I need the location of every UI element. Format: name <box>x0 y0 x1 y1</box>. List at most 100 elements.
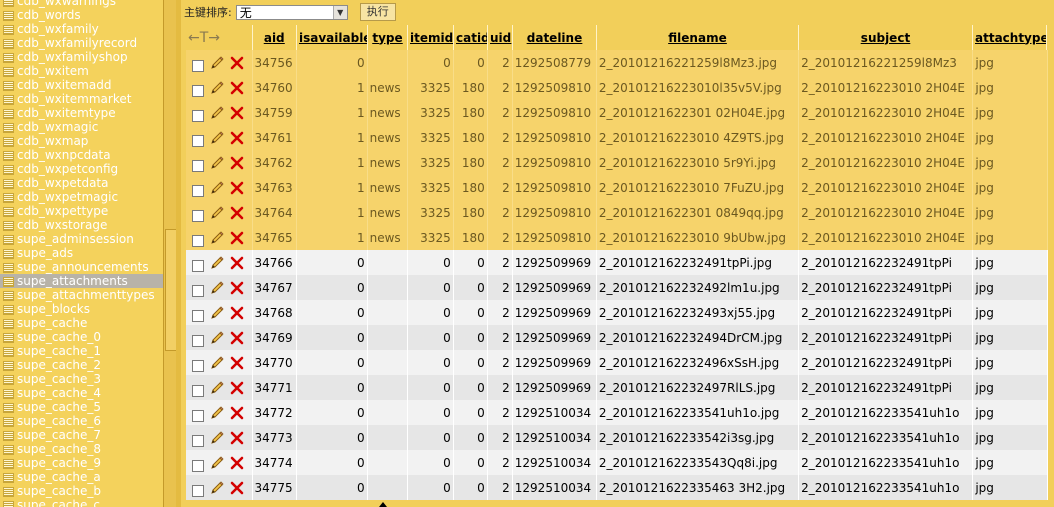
column-header-catid[interactable]: catid <box>453 25 488 50</box>
table-row[interactable]: 34764 1 news 3325 180 2 1292509810 2_2010121622… <box>186 200 1048 225</box>
sidebar-item-supe-cache-b[interactable]: supe_cache_b <box>0 484 163 498</box>
table-icon[interactable] <box>3 39 14 49</box>
table-icon[interactable] <box>3 165 14 175</box>
table-icon[interactable] <box>3 445 14 455</box>
sidebar-item-label[interactable]: cdb_wxpetconfig <box>17 162 118 176</box>
table-icon[interactable] <box>3 221 14 231</box>
sidebar-item-cdb-wxitemadd[interactable]: cdb_wxitemadd <box>0 78 163 92</box>
table-row[interactable]: 34760 1 news 3325 180 2 1292509810 2_2010121622… <box>186 75 1048 100</box>
sidebar-item-cdb-wxpettype[interactable]: cdb_wxpettype <box>0 204 163 218</box>
sidebar-item-supe-cache-4[interactable]: supe_cache_4 <box>0 386 163 400</box>
delete-x-icon[interactable] <box>229 455 245 471</box>
table-icon[interactable] <box>3 305 14 315</box>
row-checkbox[interactable] <box>192 134 204 147</box>
table-icon[interactable] <box>3 11 14 21</box>
delete-x-icon[interactable] <box>229 180 245 196</box>
sidebar-item-supe-adminsession[interactable]: supe_adminsession <box>0 232 163 246</box>
sidebar-item-label[interactable]: cdb_wxitemtype <box>17 106 116 120</box>
sidebar-item-label[interactable]: supe_attachmenttypes <box>17 288 155 302</box>
delete-x-icon[interactable] <box>229 80 245 96</box>
pencil-icon[interactable] <box>209 480 225 496</box>
table-row[interactable]: 34769 0 0 0 2 1292509969 2_201012162232494DrCM… <box>186 325 1048 350</box>
sidebar-item-label[interactable]: supe_cache_8 <box>17 442 101 456</box>
pencil-icon[interactable] <box>209 430 225 446</box>
sidebar-item-supe-blocks[interactable]: supe_blocks <box>0 302 163 316</box>
table-icon[interactable] <box>3 459 14 469</box>
pencil-icon[interactable] <box>209 180 225 196</box>
delete-x-icon[interactable] <box>229 230 245 246</box>
table-row[interactable]: 34767 0 0 0 2 1292509969 2_201012162232492lm1u… <box>186 275 1048 300</box>
sidebar-item-supe-cache-9[interactable]: supe_cache_9 <box>0 456 163 470</box>
table-icon[interactable] <box>3 235 14 245</box>
row-checkbox[interactable] <box>192 359 204 372</box>
delete-x-icon[interactable] <box>229 305 245 321</box>
sidebar-item-label[interactable]: cdb_wxitemmarket <box>17 92 131 106</box>
table-icon[interactable] <box>3 361 14 371</box>
table-icon[interactable] <box>3 417 14 427</box>
pencil-icon[interactable] <box>209 155 225 171</box>
row-checkbox[interactable] <box>192 459 204 472</box>
sidebar-item-supe-attachments[interactable]: supe_attachments <box>0 274 163 288</box>
table-row[interactable]: 34756 0 0 0 2 1292508779 2_20101216221259l8Mz3… <box>186 50 1048 75</box>
column-header-aid[interactable]: aid <box>252 25 297 50</box>
table-icon[interactable] <box>3 249 14 259</box>
delete-x-icon[interactable] <box>229 55 245 71</box>
sidebar-item-label[interactable]: cdb_wxfamilyshop <box>17 50 128 64</box>
table-icon[interactable] <box>3 473 14 483</box>
table-icon[interactable] <box>3 291 14 301</box>
execute-button[interactable]: 执行 <box>359 3 396 21</box>
table-row[interactable]: 34762 1 news 3325 180 2 1292509810 2_2010121622… <box>186 150 1048 175</box>
table-icon[interactable] <box>3 501 14 507</box>
row-checkbox[interactable] <box>192 59 204 72</box>
sidebar-item-label[interactable]: supe_announcements <box>17 260 149 274</box>
sidebar-item-supe-cache-c[interactable]: supe_cache_c <box>0 498 163 507</box>
row-checkbox[interactable] <box>192 209 204 222</box>
sidebar-item-supe-cache-5[interactable]: supe_cache_5 <box>0 400 163 414</box>
table-icon[interactable] <box>3 109 14 119</box>
table-icon[interactable] <box>3 277 14 287</box>
sidebar-item-supe-announcements[interactable]: supe_announcements <box>0 260 163 274</box>
sidebar-item-cdb-wxitem[interactable]: cdb_wxitem <box>0 64 163 78</box>
pencil-icon[interactable] <box>209 130 225 146</box>
table-row[interactable]: 34759 1 news 3325 180 2 1292509810 2_2010121622… <box>186 100 1048 125</box>
column-header-type[interactable]: type <box>367 25 408 50</box>
row-checkbox[interactable] <box>192 309 204 322</box>
sidebar-item-label[interactable]: cdb_wxitemadd <box>17 78 111 92</box>
sidebar-item-cdb-wxitemtype[interactable]: cdb_wxitemtype <box>0 106 163 120</box>
table-icon[interactable] <box>3 375 14 385</box>
delete-x-icon[interactable] <box>229 355 245 371</box>
table-icon[interactable] <box>3 67 14 77</box>
sidebar-item-cdb-wxstorage[interactable]: cdb_wxstorage <box>0 218 163 232</box>
sidebar-item-cdb-wxitemmarket[interactable]: cdb_wxitemmarket <box>0 92 163 106</box>
sidebar-item-label[interactable]: cdb_words <box>17 8 81 22</box>
sidebar-item-supe-cache-7[interactable]: supe_cache_7 <box>0 428 163 442</box>
pencil-icon[interactable] <box>209 80 225 96</box>
sidebar-item-label[interactable]: supe_cache_c <box>17 498 100 507</box>
sidebar-item-label[interactable]: cdb_wxpettype <box>17 204 108 218</box>
sidebar-item-label[interactable]: cdb_wxstorage <box>17 218 107 232</box>
delete-x-icon[interactable] <box>229 480 245 496</box>
sidebar-item-supe-ads[interactable]: supe_ads <box>0 246 163 260</box>
sidebar-item-label[interactable]: supe_cache_2 <box>17 358 101 372</box>
table-row[interactable]: 34775 0 0 0 2 1292510034 2_2010121622335463 3H… <box>186 475 1048 500</box>
row-checkbox[interactable] <box>192 234 204 247</box>
sidebar-item-label[interactable]: cdb_wxmagic <box>17 120 98 134</box>
sidebar-item-cdb-wxfamilyrecord[interactable]: cdb_wxfamilyrecord <box>0 36 163 50</box>
sidebar-item-supe-cache[interactable]: supe_cache <box>0 316 163 330</box>
pencil-icon[interactable] <box>209 380 225 396</box>
table-icon[interactable] <box>3 123 14 133</box>
sidebar-scrollbar[interactable] <box>163 0 177 507</box>
table-icon[interactable] <box>3 347 14 357</box>
table-row[interactable]: 34772 0 0 0 2 1292510034 2_201012162233541uh1o… <box>186 400 1048 425</box>
table-icon[interactable] <box>3 0 14 7</box>
table-icon[interactable] <box>3 193 14 203</box>
sidebar-item-label[interactable]: cdb_wxwarnings <box>17 0 116 8</box>
row-checkbox[interactable] <box>192 334 204 347</box>
sidebar-item-cdb-wxwarnings[interactable]: cdb_wxwarnings <box>0 0 163 8</box>
delete-x-icon[interactable] <box>229 105 245 121</box>
sidebar-item-cdb-wxmap[interactable]: cdb_wxmap <box>0 134 163 148</box>
column-header-itemid[interactable]: itemid <box>407 25 454 50</box>
sidebar-item-label[interactable]: supe_adminsession <box>17 232 134 246</box>
sidebar-item-label[interactable]: supe_blocks <box>17 302 90 316</box>
table-icon[interactable] <box>3 207 14 217</box>
